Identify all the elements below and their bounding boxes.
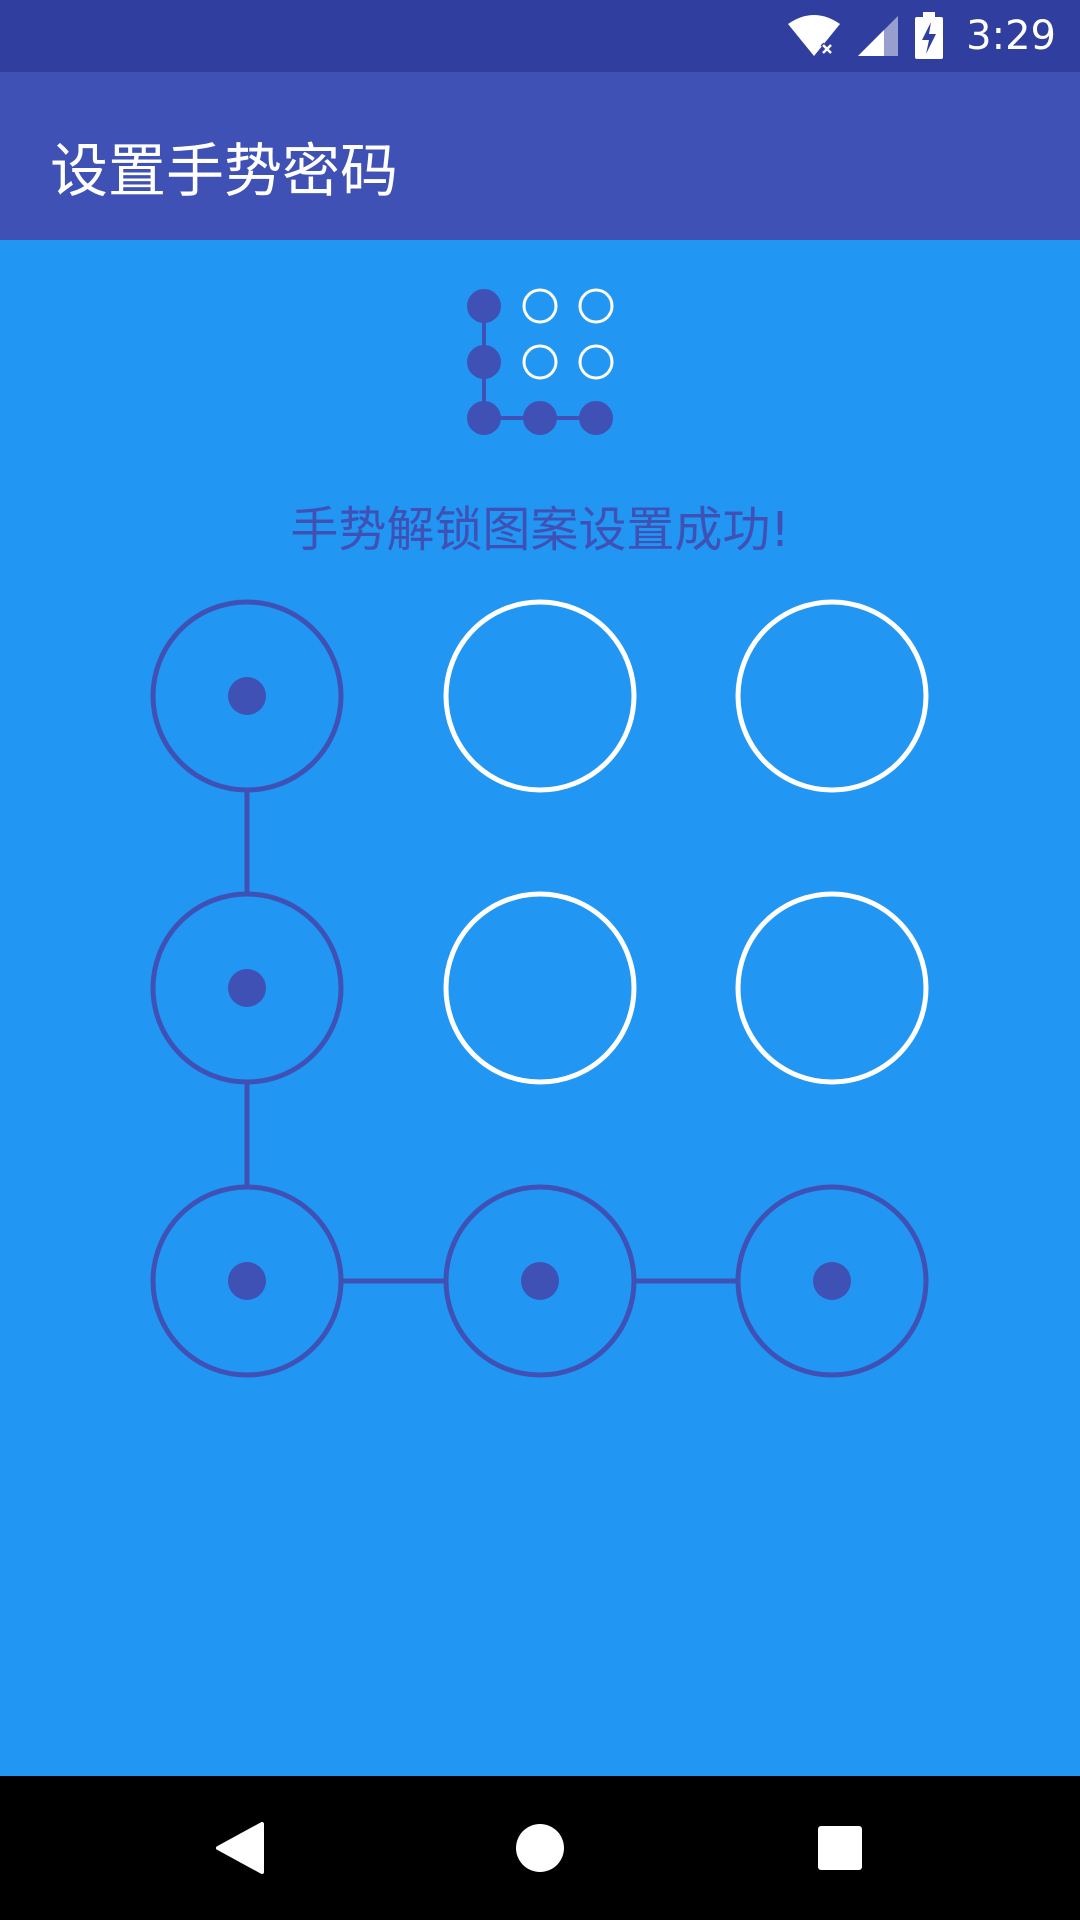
status-time: 3:29 — [966, 13, 1056, 59]
pattern-node-dot — [813, 1262, 851, 1300]
status-icons: 3:29 — [786, 0, 1056, 72]
pattern-node-selected[interactable] — [443, 1184, 637, 1378]
content: 手势解锁图案设置成功! — [0, 240, 1080, 1776]
pattern-node[interactable] — [443, 891, 637, 1085]
pattern-node[interactable] — [443, 599, 637, 793]
recents-icon — [818, 1826, 862, 1870]
pattern-node-dot — [228, 969, 266, 1007]
pattern-node-dot — [521, 1262, 559, 1300]
home-button[interactable] — [460, 1776, 620, 1920]
battery-charging-icon — [915, 12, 944, 59]
app-bar: 设置手势密码 — [0, 72, 1080, 240]
cell-signal-icon — [858, 16, 899, 56]
pattern-node-dot — [228, 677, 266, 715]
pattern-node-selected[interactable] — [150, 891, 344, 1085]
pattern-node-dot — [228, 1262, 266, 1300]
back-icon — [216, 1822, 264, 1874]
pattern-node-selected[interactable] — [150, 1184, 344, 1378]
back-button[interactable] — [160, 1776, 320, 1920]
wifi-off-icon — [788, 15, 841, 56]
nav-bar — [0, 1776, 1080, 1920]
app-title: 设置手势密码 — [50, 137, 399, 205]
pattern-node-selected[interactable] — [150, 599, 344, 793]
pattern-node-selected[interactable] — [735, 1184, 929, 1378]
pattern-node[interactable] — [735, 891, 929, 1085]
status-bar: 3:29 — [0, 0, 1080, 72]
pattern-node[interactable] — [735, 599, 929, 793]
recents-button[interactable] — [760, 1776, 920, 1920]
pattern-lock-grid[interactable] — [0, 240, 1080, 1440]
home-icon — [516, 1824, 564, 1872]
